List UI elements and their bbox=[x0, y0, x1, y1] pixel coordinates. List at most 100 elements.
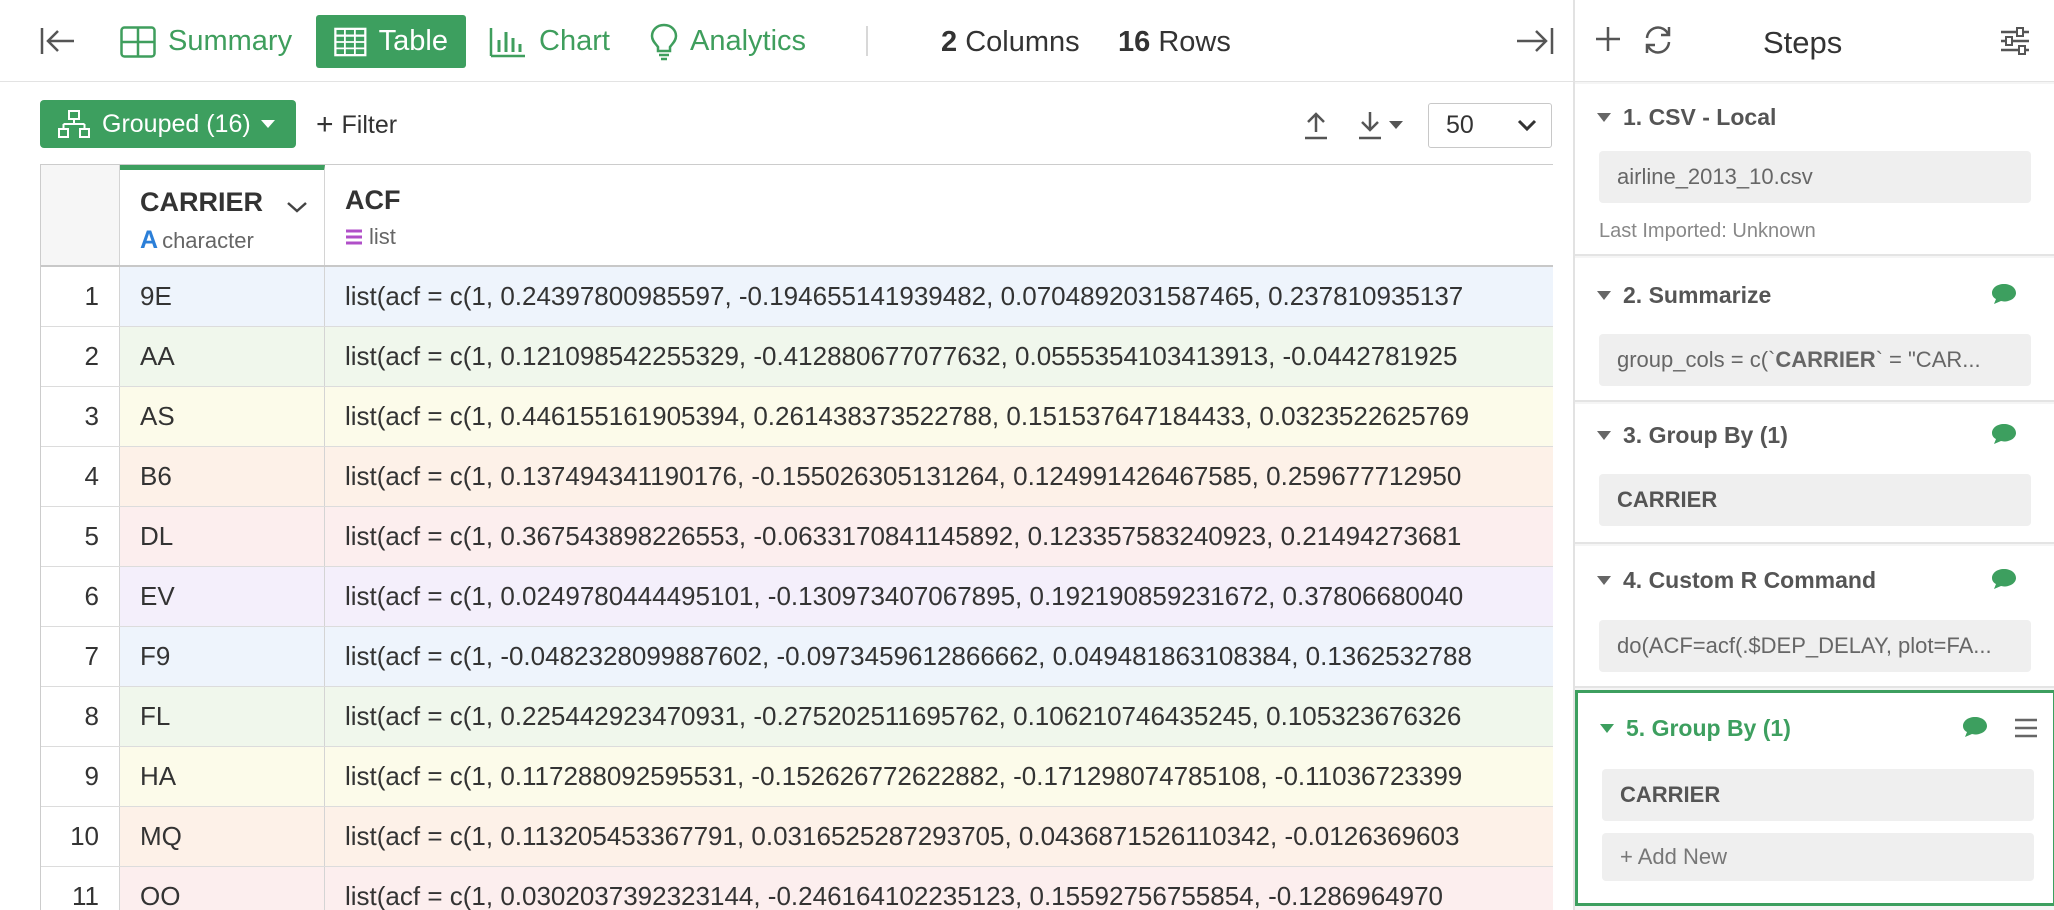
tab-chart[interactable]: Chart bbox=[489, 15, 610, 68]
cell-carrier[interactable]: AS bbox=[120, 387, 325, 446]
tab-analytics-label: Analytics bbox=[690, 25, 807, 57]
add-step-icon[interactable] bbox=[1593, 24, 1623, 54]
last-imported-note: Last Imported: Unknown bbox=[1599, 220, 1816, 242]
cell-acf[interactable]: list(acf = c(1, 0.225442923470931, -0.27… bbox=[325, 687, 1553, 746]
expand-right-icon[interactable] bbox=[1515, 26, 1555, 56]
column-type-label: list bbox=[369, 224, 396, 249]
table-row[interactable]: 6 EV list(acf = c(1, 0.0249780444495101, -… bbox=[41, 567, 1553, 627]
cell-carrier[interactable]: B6 bbox=[120, 447, 325, 506]
step-group-column: CARRIER bbox=[1599, 474, 2031, 526]
cell-acf[interactable]: list(acf = c(1, 0.0302037392323144, -0.2… bbox=[325, 867, 1553, 910]
steps-panel: Steps 1. CSV - Local airline_2013_10.csv… bbox=[1573, 0, 2054, 910]
cell-acf[interactable]: list(acf = c(1, 0.137494341190176, -0.15… bbox=[325, 447, 1553, 506]
grouped-label: Grouped (16) bbox=[102, 109, 251, 138]
row-number: 1 bbox=[41, 267, 120, 326]
settings-sliders-icon[interactable] bbox=[1999, 26, 2031, 56]
comment-icon[interactable] bbox=[1990, 567, 2018, 591]
cell-acf[interactable]: list(acf = c(1, 0.367543898226553, -0.06… bbox=[325, 507, 1553, 566]
comment-icon[interactable] bbox=[1990, 282, 2018, 306]
cell-carrier[interactable]: DL bbox=[120, 507, 325, 566]
cell-carrier[interactable]: OO bbox=[120, 867, 325, 910]
table-header: CARRIER A character ACF list bbox=[41, 165, 1553, 267]
row-number: 8 bbox=[41, 687, 120, 746]
grouped-dropdown-button[interactable]: Grouped (16) bbox=[40, 100, 296, 148]
step-group-by-2[interactable]: 5. Group By (1) CARRIER + Add New bbox=[1575, 690, 2054, 906]
table-row[interactable]: 9 HA list(acf = c(1, 0.117288092595531, -0… bbox=[41, 747, 1553, 807]
collapse-left-icon[interactable] bbox=[40, 26, 76, 56]
cell-carrier[interactable]: AA bbox=[120, 327, 325, 386]
step-group-column: CARRIER bbox=[1602, 769, 2034, 821]
table-row[interactable]: 5 DL list(acf = c(1, 0.367543898226553, -0… bbox=[41, 507, 1553, 567]
step-csv-local[interactable]: 1. CSV - Local airline_2013_10.csv Last … bbox=[1575, 84, 2054, 256]
cell-carrier[interactable]: MQ bbox=[120, 807, 325, 866]
tab-analytics[interactable]: Analytics bbox=[650, 15, 806, 68]
tab-table[interactable]: Table bbox=[316, 15, 466, 68]
step-group-by-1[interactable]: 3. Group By (1) CARRIER bbox=[1575, 404, 2054, 544]
comment-icon[interactable] bbox=[1961, 715, 1989, 739]
cell-carrier[interactable]: EV bbox=[120, 567, 325, 626]
plus-icon: + bbox=[1620, 844, 1638, 869]
table-row[interactable]: 1 9E list(acf = c(1, 0.24397800985597, -0.… bbox=[41, 267, 1553, 327]
add-new-button[interactable]: + Add New bbox=[1602, 833, 2034, 881]
cell-acf[interactable]: list(acf = c(1, -0.0482328099887602, -0.… bbox=[325, 627, 1553, 686]
column-menu-chevron-icon[interactable] bbox=[286, 200, 308, 214]
table-row[interactable]: 4 B6 list(acf = c(1, 0.137494341190176, -0… bbox=[41, 447, 1553, 507]
page-size-select[interactable]: 50 bbox=[1428, 103, 1552, 148]
column-name: ACF bbox=[345, 185, 401, 215]
row-number: 9 bbox=[41, 747, 120, 806]
table-body: 1 9E list(acf = c(1, 0.24397800985597, -0.… bbox=[41, 267, 1553, 910]
expand-triangle-icon bbox=[1600, 724, 1614, 733]
download-menu-icon[interactable] bbox=[1356, 110, 1406, 140]
steps-title: Steps bbox=[1763, 25, 1843, 60]
comment-icon[interactable] bbox=[1990, 422, 2018, 446]
filter-button[interactable]: + Filter bbox=[316, 110, 397, 140]
steps-header: Steps bbox=[1575, 0, 2054, 82]
cell-carrier[interactable]: FL bbox=[120, 687, 325, 746]
table-row[interactable]: 2 AA list(acf = c(1, 0.121098542255329, -0… bbox=[41, 327, 1553, 387]
row-number: 6 bbox=[41, 567, 120, 626]
columns-count-value: 2 bbox=[941, 26, 958, 58]
cell-carrier[interactable]: HA bbox=[120, 747, 325, 806]
row-number: 11 bbox=[41, 867, 120, 910]
hamburger-menu-icon[interactable] bbox=[2013, 717, 2039, 739]
table-row[interactable]: 8 FL list(acf = c(1, 0.225442923470931, -0… bbox=[41, 687, 1553, 747]
cell-acf[interactable]: list(acf = c(1, 0.0249780444495101, -0.1… bbox=[325, 567, 1553, 626]
step-source-file: airline_2013_10.csv bbox=[1599, 151, 2031, 203]
cell-acf[interactable]: list(acf = c(1, 0.113205453367791, 0.031… bbox=[325, 807, 1553, 866]
table-row[interactable]: 7 F9 list(acf = c(1, -0.0482328099887602, … bbox=[41, 627, 1553, 687]
rows-count-value: 16 bbox=[1118, 26, 1151, 58]
row-number: 10 bbox=[41, 807, 120, 866]
table-row[interactable]: 10 MQ list(acf = c(1, 0.113205453367791, 0… bbox=[41, 807, 1553, 867]
tab-summary[interactable]: Summary bbox=[120, 15, 292, 68]
bar-chart-icon bbox=[489, 27, 525, 57]
cell-acf[interactable]: list(acf = c(1, 0.446155161905394, 0.261… bbox=[325, 387, 1553, 446]
cell-carrier[interactable]: 9E bbox=[120, 267, 325, 326]
cell-acf[interactable]: list(acf = c(1, 0.117288092595531, -0.15… bbox=[325, 747, 1553, 806]
cell-carrier[interactable]: F9 bbox=[120, 627, 325, 686]
step-summarize-expression: group_cols = c(`CARRIER` = "CAR... bbox=[1599, 334, 2031, 386]
column-header-carrier[interactable]: CARRIER A character bbox=[120, 165, 325, 265]
columns-count: 2 Columns bbox=[941, 26, 1080, 59]
step-title-label: 3. Group By (1) bbox=[1623, 422, 1788, 448]
summary-grid-icon bbox=[120, 25, 156, 58]
table-row[interactable]: 11 OO list(acf = c(1, 0.0302037392323144, … bbox=[41, 867, 1553, 910]
step-title: 4. Custom R Command bbox=[1597, 567, 1876, 594]
list-type-icon bbox=[346, 229, 362, 245]
refresh-icon[interactable] bbox=[1641, 24, 1675, 56]
step-r-command-expression: do(ACF=acf(.$DEP_DELAY, plot=FA... bbox=[1599, 620, 2031, 672]
table-row[interactable]: 3 AS list(acf = c(1, 0.446155161905394, 0.… bbox=[41, 387, 1553, 447]
expression-column: CARRIER bbox=[1775, 347, 1876, 372]
column-type: list bbox=[345, 224, 1553, 250]
step-custom-r-command[interactable]: 4. Custom R Command do(ACF=acf(.$DEP_DEL… bbox=[1575, 546, 2054, 688]
step-summarize[interactable]: 2. Summarize group_cols = c(`CARRIER` = … bbox=[1575, 258, 2054, 402]
caret-down-icon bbox=[260, 120, 275, 128]
data-table: CARRIER A character ACF list 1 9E list(a… bbox=[40, 164, 1553, 910]
column-header-acf[interactable]: ACF list bbox=[325, 165, 1553, 265]
cell-acf[interactable]: list(acf = c(1, 0.121098542255329, -0.41… bbox=[325, 327, 1553, 386]
tab-chart-label: Chart bbox=[539, 25, 610, 57]
step-title: 1. CSV - Local bbox=[1597, 104, 1776, 131]
cell-acf[interactable]: list(acf = c(1, 0.24397800985597, -0.194… bbox=[325, 267, 1553, 326]
step-title-label: 4. Custom R Command bbox=[1623, 567, 1877, 593]
expression-suffix: ` = "CAR... bbox=[1875, 347, 1981, 372]
upload-icon[interactable] bbox=[1302, 110, 1330, 140]
